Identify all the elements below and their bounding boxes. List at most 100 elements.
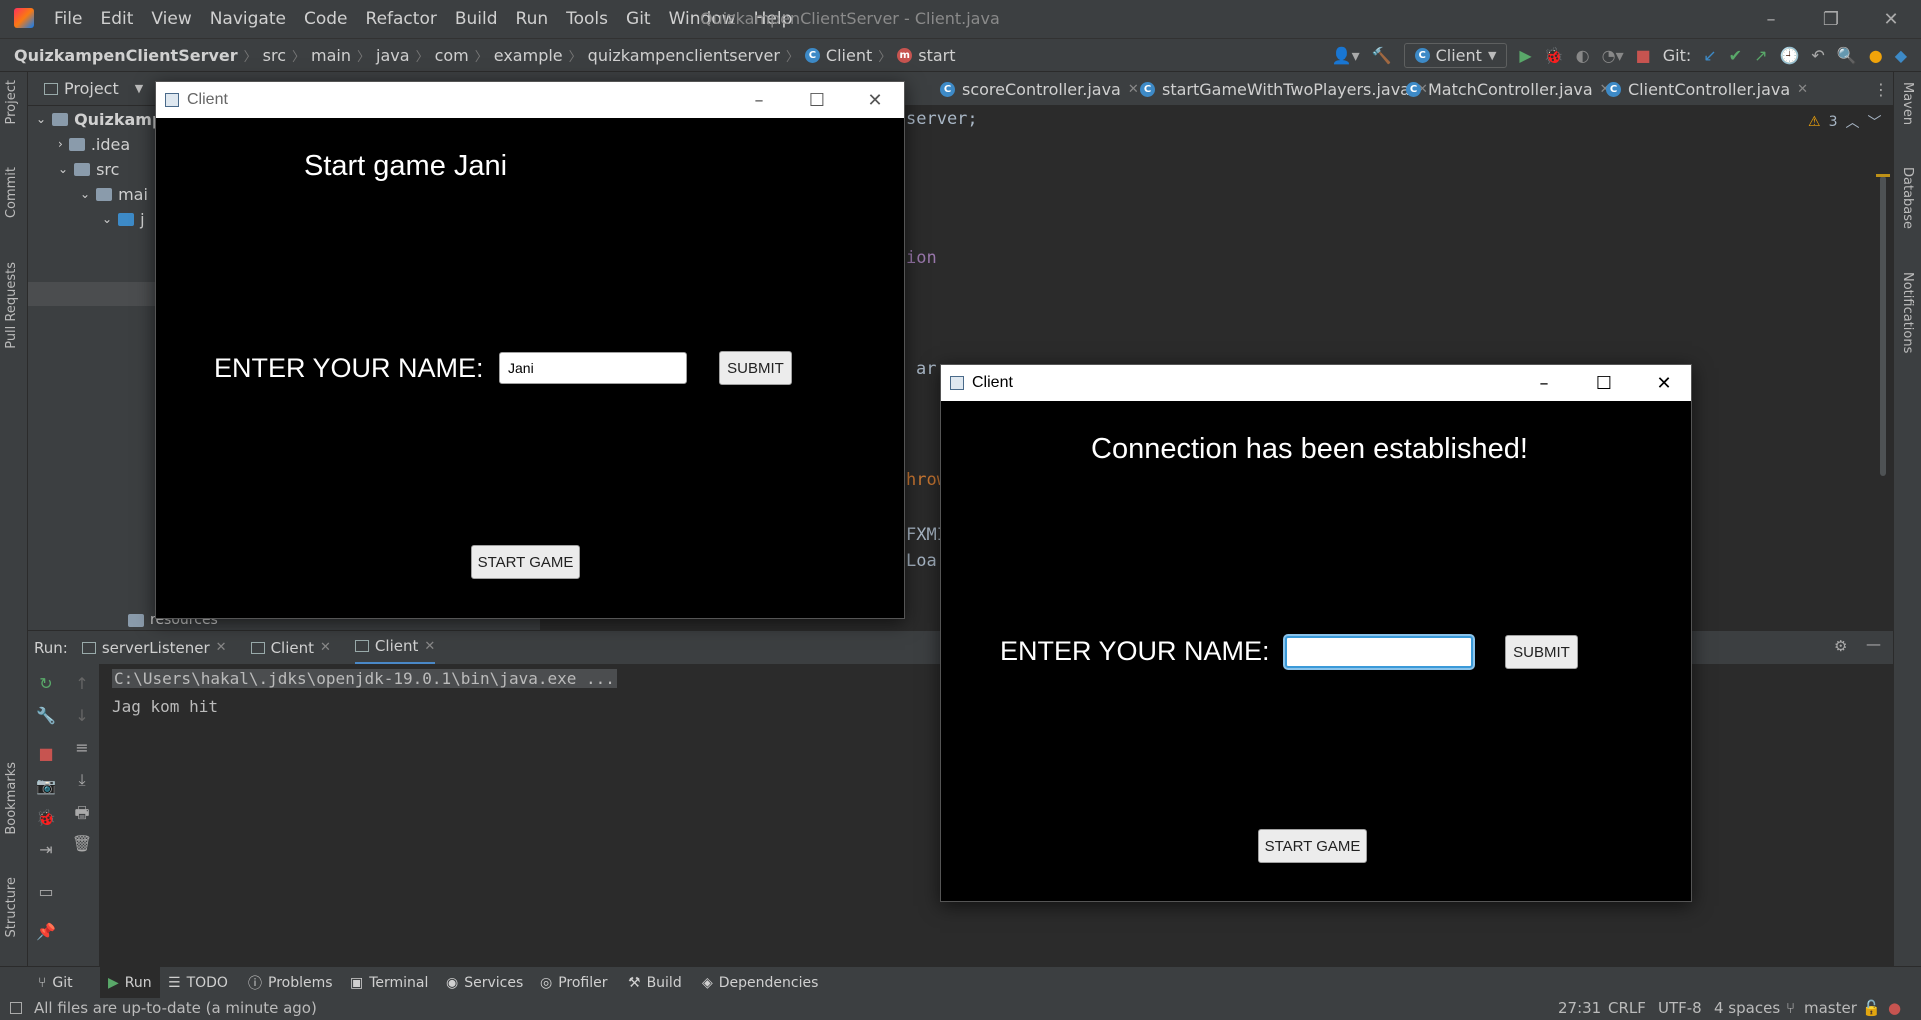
tree-selected-row[interactable] — [28, 282, 158, 306]
editor-scrollbar[interactable] — [1880, 176, 1886, 476]
close-icon[interactable]: ✕ — [1635, 365, 1693, 401]
update-icon[interactable]: ● — [1869, 46, 1883, 65]
tab-client-controller[interactable]: C ClientController.java ✕ — [1606, 72, 1808, 106]
git-update-icon[interactable]: ↙ — [1703, 46, 1716, 65]
breadcrumb-project[interactable]: QuizkampenClientServer — [14, 46, 238, 65]
breadcrumb-method[interactable]: start — [918, 46, 955, 65]
menu-git[interactable]: Git — [626, 9, 651, 29]
soft-wrap-icon[interactable]: ≡ — [64, 738, 100, 757]
menu-file[interactable]: File — [54, 9, 82, 29]
git-push-icon[interactable]: ↗ — [1754, 46, 1767, 65]
menu-edit[interactable]: Edit — [100, 9, 133, 29]
rerun-icon[interactable]: ↻ — [28, 674, 64, 693]
ide-minimize-icon[interactable]: – — [1741, 0, 1801, 38]
tab-match-controller[interactable]: CMatchController.java✕ — [1406, 72, 1611, 106]
error-stripe-marker[interactable] — [1876, 174, 1890, 177]
coverage-icon[interactable]: ◐ — [1576, 46, 1590, 65]
profile-icon[interactable]: ◔▾ — [1602, 46, 1624, 65]
debug-icon[interactable]: 🐞 — [28, 808, 64, 827]
tab-score-controller[interactable]: CscoreController.java ✕ — [940, 72, 1139, 106]
breadcrumb-package[interactable]: quizkampenclientserver — [588, 46, 780, 65]
breadcrumb-example[interactable]: example — [494, 46, 563, 65]
run-config-select[interactable]: C Client ▼ — [1403, 42, 1508, 68]
wrench-icon[interactable]: 🔧 — [28, 706, 64, 725]
history-icon[interactable]: 🕘 — [1779, 46, 1799, 65]
start-game-button[interactable]: START GAME — [1258, 829, 1367, 863]
breadcrumb-java[interactable]: java — [376, 46, 410, 65]
hide-panel-icon[interactable]: — — [1866, 635, 1881, 653]
close-icon[interactable]: ✕ — [216, 640, 227, 655]
arrow-up-icon[interactable]: ↑ — [64, 674, 100, 693]
menu-run[interactable]: Run — [516, 9, 549, 29]
tool-git[interactable]: ⑂ Git — [38, 967, 73, 999]
exit-icon[interactable]: ⇥ — [28, 840, 64, 859]
tool-build[interactable]: ⚒ Build — [628, 967, 682, 999]
event-log-icon[interactable]: ● — [1888, 999, 1901, 1017]
inspection-widget[interactable]: ⚠ 3 ︿ ﹀ — [1808, 112, 1881, 132]
tree-item-src[interactable]: ⌄ src — [58, 157, 119, 181]
maximize-icon[interactable]: ☐ — [1575, 365, 1633, 401]
tool-maven[interactable]: Maven — [1900, 82, 1915, 125]
line-separator[interactable]: CRLF — [1608, 999, 1646, 1017]
debug-icon[interactable]: 🐞 — [1544, 46, 1564, 65]
tool-services[interactable]: ◉ Services — [446, 967, 523, 999]
chevron-down-icon[interactable]: ﹀ — [1867, 112, 1881, 132]
tree-item-main[interactable]: ⌄ mai — [80, 182, 148, 206]
tree-item-java[interactable]: ⌄ j — [102, 207, 145, 231]
tool-pull-requests[interactable]: Pull Requests — [4, 262, 19, 349]
more-tabs-icon[interactable]: ⋮ — [1873, 72, 1889, 106]
git-commit-icon[interactable]: ✔ — [1729, 46, 1742, 65]
tool-notifications[interactable]: Notifications — [1900, 272, 1915, 353]
arrow-down-icon[interactable]: ↓ — [64, 706, 100, 725]
indent-setting[interactable]: 4 spaces — [1714, 999, 1780, 1017]
start-game-button[interactable]: START GAME — [471, 545, 580, 579]
user-icon[interactable]: 👤▾ — [1332, 46, 1360, 65]
menu-code[interactable]: Code — [304, 9, 348, 29]
tool-run[interactable]: ▶ Run — [100, 967, 160, 999]
file-encoding[interactable]: UTF-8 — [1658, 999, 1702, 1017]
caret-position[interactable]: 27:31 — [1558, 999, 1601, 1017]
tool-todo[interactable]: ☰ TODO — [168, 967, 228, 999]
tree-item-idea[interactable]: › .idea — [58, 132, 130, 156]
project-panel-title[interactable]: Project — [64, 79, 119, 98]
jetbrains-icon[interactable]: ◆ — [1895, 46, 1907, 65]
minimize-icon[interactable]: – — [1515, 365, 1573, 401]
pin-icon[interactable]: 📌 — [28, 922, 64, 941]
submit-button[interactable]: SUBMIT — [719, 351, 792, 385]
stop-icon[interactable]: ■ — [1636, 46, 1651, 65]
run-tab-client-2[interactable]: Client ✕ — [354, 631, 436, 665]
tool-database[interactable]: Database — [1900, 167, 1915, 229]
menu-view[interactable]: View — [151, 9, 191, 29]
tab-start-game-two-players[interactable]: CstartGameWithTwoPlayers.java ✕ — [1140, 72, 1428, 106]
close-icon[interactable]: ✕ — [424, 639, 435, 654]
tree-item-project-root[interactable]: ⌄ Quizkampe — [36, 107, 174, 131]
menu-tools[interactable]: Tools — [566, 9, 608, 29]
git-branch[interactable]: master — [1804, 999, 1857, 1017]
status-message[interactable]: All files are up-to-date (a minute ago) — [34, 999, 317, 1017]
submit-button[interactable]: SUBMIT — [1505, 635, 1578, 669]
close-icon[interactable]: ✕ — [846, 82, 904, 118]
run-tab-server-listener[interactable]: serverListener ✕ — [81, 639, 227, 657]
tool-structure[interactable]: Structure — [4, 877, 19, 937]
close-icon[interactable]: ✕ — [1797, 82, 1808, 97]
camera-icon[interactable]: 📷 — [28, 776, 64, 795]
breadcrumb-com[interactable]: com — [435, 46, 469, 65]
close-icon[interactable]: ✕ — [1128, 82, 1139, 97]
breadcrumb-class[interactable]: Client — [826, 46, 872, 65]
name-input[interactable] — [1285, 636, 1473, 668]
search-icon[interactable]: 🔍 — [1837, 46, 1857, 65]
tool-project[interactable]: Project — [4, 80, 19, 124]
run-tab-client-1[interactable]: Client ✕ — [250, 639, 331, 657]
breadcrumb-src[interactable]: src — [263, 46, 286, 65]
name-input[interactable]: Jani — [499, 352, 687, 384]
stop-icon[interactable]: ■ — [28, 744, 64, 763]
tool-bookmarks[interactable]: Bookmarks — [4, 762, 19, 835]
status-window-icon[interactable] — [10, 1002, 22, 1014]
gear-icon[interactable]: ⚙ — [1834, 637, 1847, 655]
scroll-to-end-icon[interactable]: ⤓ — [64, 770, 100, 790]
maximize-icon[interactable]: ☐ — [788, 82, 846, 118]
chevron-up-icon[interactable]: ︿ — [1845, 112, 1859, 132]
tool-problems[interactable]: ⓘ Problems — [248, 967, 333, 999]
menu-refactor[interactable]: Refactor — [366, 9, 437, 29]
lock-icon[interactable]: 🔓 — [1862, 999, 1881, 1017]
